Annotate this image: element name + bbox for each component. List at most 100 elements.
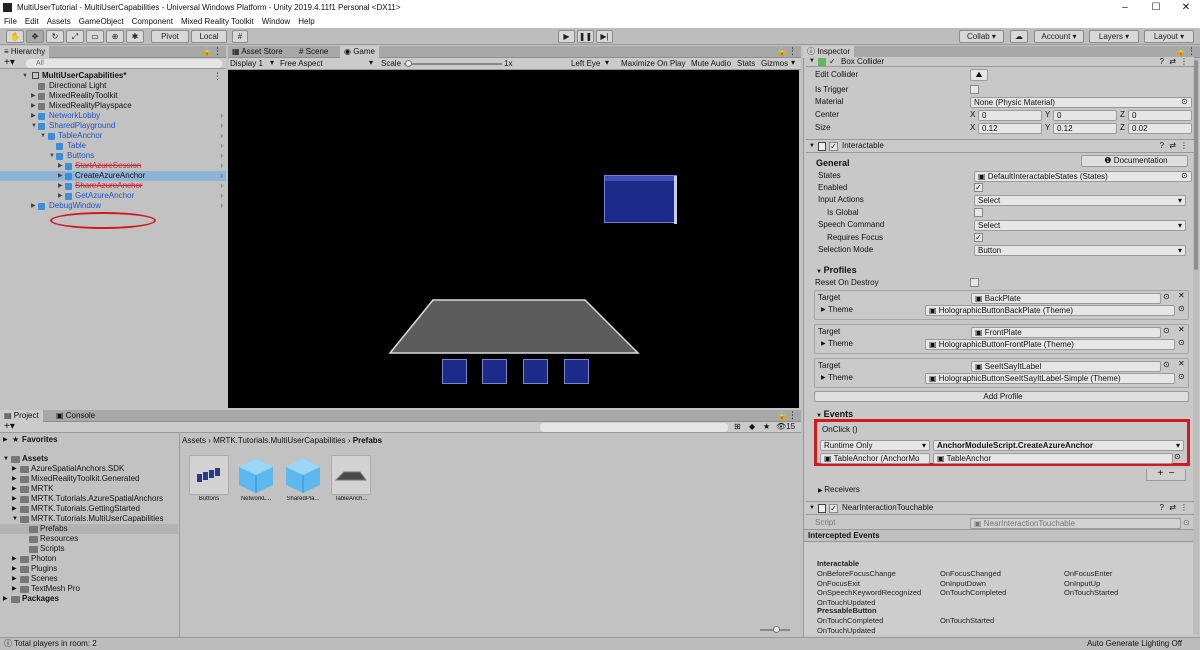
expand-arrow-icon[interactable]: ▶: [12, 554, 17, 564]
expand-arrow-icon[interactable]: ▶: [12, 494, 17, 504]
scale-slider-track[interactable]: [404, 63, 502, 65]
chevron-right-icon[interactable]: ›: [220, 121, 223, 131]
help-icon[interactable]: ?: [1160, 57, 1164, 66]
create-plus-icon[interactable]: +▾: [4, 421, 15, 432]
expand-arrow-icon[interactable]: ▶: [58, 181, 63, 191]
chevron-right-icon[interactable]: ›: [220, 131, 223, 141]
folder-row-selected[interactable]: Prefabs: [0, 524, 178, 534]
center-y-input[interactable]: 0: [1053, 110, 1117, 121]
maximize-button[interactable]: ☐: [1141, 0, 1171, 15]
object-picker-icon[interactable]: ⊙: [1174, 452, 1181, 461]
transform-tool-icon[interactable]: ⊕: [106, 30, 124, 43]
game-viewport[interactable]: [228, 70, 799, 408]
help-icon[interactable]: ?: [1160, 140, 1164, 152]
hierarchy-item[interactable]: ▶ ShareAzureAnchor ›: [0, 181, 226, 191]
local-button[interactable]: Local: [191, 30, 227, 43]
minimize-button[interactable]: –: [1110, 0, 1140, 15]
hierarchy-item[interactable]: ▶ MixedRealityToolkit: [0, 91, 226, 101]
interactable-header[interactable]: ▼ ✓ Interactable ? ⇄ ⋮: [806, 139, 1194, 153]
scene-menu-icon[interactable]: ⋮: [213, 71, 222, 81]
status-message[interactable]: Total players in room: 2: [14, 638, 97, 650]
maximize-on-play-toggle[interactable]: Maximize On Play: [621, 59, 685, 68]
scrollbar-thumb[interactable]: [1194, 60, 1198, 270]
expand-arrow-icon[interactable]: ▶: [12, 584, 17, 594]
menu-window[interactable]: Window: [258, 17, 294, 26]
checkbox-check-icon[interactable]: ✓: [829, 57, 836, 66]
chevron-right-icon[interactable]: ›: [220, 191, 223, 201]
expand-arrow-icon[interactable]: ▶: [3, 435, 8, 445]
menu-mrtk[interactable]: Mixed Reality Toolkit: [177, 17, 258, 26]
component-menu-icon[interactable]: ⋮: [1180, 140, 1188, 152]
expand-arrow-icon[interactable]: ▼: [809, 502, 815, 514]
runtime-mode-dropdown[interactable]: Runtime Only: [820, 440, 930, 451]
size-x-input[interactable]: 0.12: [978, 123, 1042, 134]
panel-menu-icon[interactable]: ⋮: [788, 46, 797, 57]
object-picker-icon[interactable]: ⊙: [1163, 326, 1170, 335]
hierarchy-item[interactable]: ▼ TableAnchor ›: [0, 131, 226, 141]
expand-arrow-icon[interactable]: ▼: [22, 71, 28, 81]
cloud-icon[interactable]: ☁: [1010, 30, 1028, 43]
lock-icon[interactable]: 🔒: [777, 411, 787, 420]
left-eye-dropdown[interactable]: Left Eye: [571, 59, 600, 68]
custom-tool-icon[interactable]: ✱: [126, 30, 144, 43]
reset-on-destroy-checkbox[interactable]: [970, 278, 979, 287]
panel-menu-icon[interactable]: ⋮: [213, 46, 222, 57]
component-enabled-checkbox[interactable]: ✓: [829, 142, 838, 151]
target-field[interactable]: ▣ BackPlate: [971, 293, 1161, 304]
chevron-down-icon[interactable]: ▾: [791, 58, 795, 67]
theme-field[interactable]: ▣ HolographicButtonSeeItSayItLabel-Simpl…: [925, 373, 1175, 384]
object-picker-icon[interactable]: ⊙: [1181, 96, 1188, 108]
scale-tool-icon[interactable]: ⤢: [66, 30, 84, 43]
hierarchy-item[interactable]: ▶ NetworkLobby ›: [0, 111, 226, 121]
preset-icon[interactable]: ⇄: [1169, 140, 1176, 152]
close-button[interactable]: ✕: [1171, 0, 1200, 15]
play-button[interactable]: ▶: [558, 30, 575, 43]
expand-arrow-icon[interactable]: ▶: [12, 564, 17, 574]
input-actions-dropdown[interactable]: Select: [974, 195, 1186, 206]
size-y-input[interactable]: 0.12: [1053, 123, 1117, 134]
near-interaction-header[interactable]: ▼ ✓ NearInteractionTouchable ? ⇄ ⋮: [806, 501, 1194, 515]
event-object-field[interactable]: ▣ TableAnchor (AnchorMo: [820, 453, 930, 464]
asset-sharedplayground-prefab[interactable]: [283, 455, 323, 495]
remove-profile-icon[interactable]: ✕: [1178, 291, 1185, 300]
is-trigger-checkbox[interactable]: [970, 85, 979, 94]
asset-networklobby-prefab[interactable]: [236, 455, 276, 495]
folder-row[interactable]: ▶ MixedRealityToolkit.Generated: [0, 474, 178, 484]
function-dropdown[interactable]: AnchorModuleScript.CreateAzureAnchor: [933, 440, 1184, 451]
object-picker-icon[interactable]: ⊙: [1178, 304, 1185, 313]
account-dropdown[interactable]: Account ▾: [1034, 30, 1084, 43]
chevron-down-icon[interactable]: ▾: [605, 58, 609, 67]
expand-arrow-icon[interactable]: ▶: [821, 340, 826, 347]
speech-command-dropdown[interactable]: Select: [974, 220, 1186, 231]
expand-arrow-icon[interactable]: ▶: [58, 171, 63, 181]
preset-icon[interactable]: ⇄: [1169, 57, 1176, 66]
project-splitter[interactable]: [179, 434, 180, 637]
folder-row[interactable]: ▶ Photon: [0, 554, 178, 564]
folder-row[interactable]: ▶ MRTK: [0, 484, 178, 494]
expand-arrow-icon[interactable]: ▶: [12, 574, 17, 584]
favorites-row[interactable]: ▶ ★ Favorites: [0, 435, 178, 445]
expand-arrow-icon[interactable]: ▶: [31, 91, 36, 101]
rotate-tool-icon[interactable]: ↻: [46, 30, 64, 43]
center-z-input[interactable]: 0: [1128, 110, 1192, 121]
expand-arrow-icon[interactable]: ▶: [12, 504, 17, 514]
hierarchy-item-selected[interactable]: ▶ CreateAzureAnchor ›: [0, 171, 226, 181]
hierarchy-item[interactable]: ▼ SharedPlayground ›: [0, 121, 226, 131]
target-field[interactable]: ▣ FrontPlate: [971, 327, 1161, 338]
box-collider-header[interactable]: ▼ ✓ Box Collider ? ⇄ ⋮: [806, 57, 1194, 67]
hierarchy-item[interactable]: Table ›: [0, 141, 226, 151]
expand-arrow-icon[interactable]: ▶: [31, 111, 36, 121]
asset-tableanchor-prefab[interactable]: [331, 455, 371, 495]
component-enabled-checkbox[interactable]: ✓: [829, 504, 838, 513]
expand-arrow-icon[interactable]: ▼: [31, 121, 37, 131]
argument-field[interactable]: ▣ TableAnchor: [933, 453, 1173, 464]
assets-root-row[interactable]: ▼ Assets: [0, 454, 178, 464]
menu-file[interactable]: File: [0, 17, 21, 26]
object-picker-icon[interactable]: ⊙: [1178, 372, 1185, 381]
folder-row[interactable]: ▼ MRTK.Tutorials.MultiUserCapabilities: [0, 514, 178, 524]
chevron-right-icon[interactable]: ›: [220, 111, 223, 121]
menu-help[interactable]: Help: [294, 17, 318, 26]
theme-field[interactable]: ▣ HolographicButtonFrontPlate (Theme): [925, 339, 1175, 350]
tab-asset-store[interactable]: ▦ Asset Store: [228, 46, 287, 58]
folder-row[interactable]: Resources: [0, 534, 178, 544]
